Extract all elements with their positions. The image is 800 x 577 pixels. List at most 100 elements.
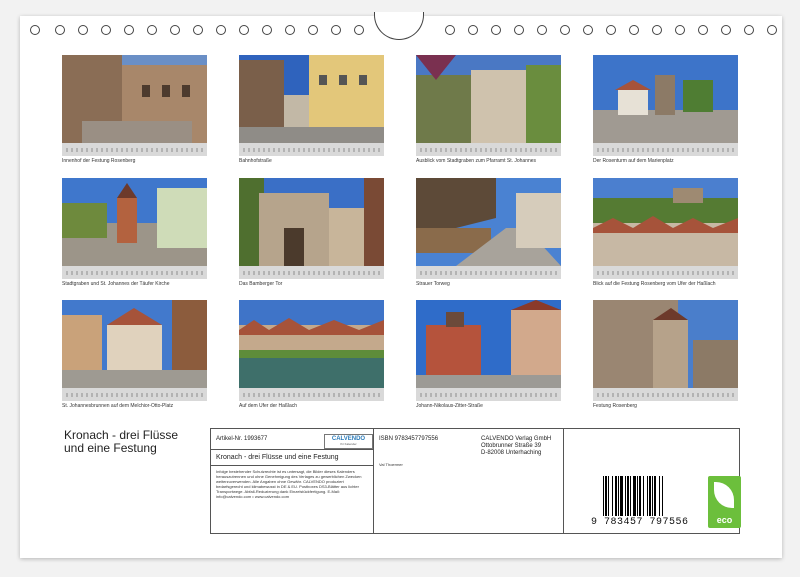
- barcode: [603, 476, 663, 516]
- binding-hole: [629, 25, 639, 35]
- binding-hole: [147, 25, 157, 35]
- photo-caption: Stadtgraben und St. Johannes der Täufer …: [62, 281, 170, 287]
- month-strip: [593, 143, 738, 156]
- photo-caption: Das Bamberger Tor: [239, 281, 283, 287]
- barcode-bar: [627, 476, 629, 516]
- binding-hole: [124, 25, 134, 35]
- barcode-bar: [637, 476, 638, 516]
- eco-label: eco: [716, 515, 733, 525]
- photo-caption: Strauer Torweg: [416, 281, 450, 287]
- photo-rosenturm: [593, 55, 738, 143]
- barcode-number: 9 783457 797556: [591, 517, 689, 528]
- photo-stadtgraben-pfarramt: [416, 55, 561, 143]
- binding-hole: [537, 25, 547, 35]
- barcode-bar: [659, 476, 660, 516]
- month-strip: [239, 388, 384, 401]
- publisher-line3: D-82008 Unterhaching: [481, 450, 542, 456]
- month-strip: [593, 266, 738, 279]
- photo-innenhof: [62, 55, 207, 143]
- binding-hole: [331, 25, 341, 35]
- binding-hole: [354, 25, 364, 35]
- photo-bahnhofstrasse: [239, 55, 384, 143]
- month-strip: [62, 143, 207, 156]
- binding-hole: [514, 25, 524, 35]
- binding-hole: [55, 25, 65, 35]
- photo-bamberger-tor: [239, 178, 384, 266]
- calendar-title-line2: und eine Festung: [64, 441, 157, 455]
- logo-sub: Ihr Kalender: [340, 442, 357, 446]
- binding-hole: [216, 25, 226, 35]
- photo-caption: Johann-Nikolaus-Zitter-Straße: [416, 403, 483, 409]
- month-strip: [416, 266, 561, 279]
- binding-hole: [744, 25, 754, 35]
- binding-hole: [652, 25, 662, 35]
- binding-hole: [262, 25, 272, 35]
- photo-stadtgraben-kirche: [62, 178, 207, 266]
- photo-caption: Auf dem Ufer der Haßlach: [239, 403, 298, 409]
- binding-hole: [445, 25, 455, 35]
- binding-hole: [30, 25, 40, 35]
- month-strip: [239, 143, 384, 156]
- barcode-bar: [647, 476, 648, 516]
- photo-caption: Ausblick vom Stadtgraben zum Pfarramt St…: [416, 158, 537, 164]
- article-number: Artikel-Nr. 1993677: [216, 436, 268, 442]
- photo-strauer-torweg: [416, 178, 561, 266]
- binding-hole: [721, 25, 731, 35]
- month-strip: [62, 266, 207, 279]
- binding-hole: [468, 25, 478, 35]
- product-info-box: Artikel-Nr. 1993677 CALVENDO Ihr Kalende…: [210, 428, 741, 534]
- barcode-bar: [620, 476, 623, 516]
- barcode-bar: [603, 476, 604, 516]
- photo-caption: Der Rosenturm auf dem Marienplatz: [593, 158, 674, 164]
- binding-hole: [101, 25, 111, 35]
- divider: [211, 465, 373, 466]
- photo-zitter-strasse: [416, 300, 561, 388]
- binding-hole: [698, 25, 708, 35]
- photo-ufer-hasslach: [239, 300, 384, 388]
- binding-hole: [583, 25, 593, 35]
- barcode-bar: [612, 476, 613, 516]
- photo-festung-blick: [593, 178, 738, 266]
- month-strip: [416, 143, 561, 156]
- month-strip: [62, 388, 207, 401]
- barcode-bar: [630, 476, 631, 516]
- barcode-bar: [639, 476, 641, 516]
- photo-caption: Innenhof der Festung Rosenberg: [62, 158, 136, 164]
- photo-caption: Bahnhofstraße: [239, 158, 272, 164]
- barcode-bar: [654, 476, 656, 516]
- month-strip: [593, 388, 738, 401]
- product-title: Kronach - drei Flüsse und eine Festung: [216, 454, 339, 461]
- calendar-back-page: Innenhof der Festung Rosenberg Bahnhofst…: [20, 12, 782, 558]
- eco-badge: eco: [708, 476, 741, 528]
- calendar-title: Kronach - drei Flüsse und eine Festung: [64, 429, 178, 455]
- divider: [373, 429, 374, 533]
- binding-hole: [491, 25, 501, 35]
- binding-hole: [606, 25, 616, 35]
- barcode-bar: [618, 476, 619, 516]
- photo-caption: St. Johannesbrunnen auf dem Melchior-Ott…: [62, 403, 174, 409]
- photo-johannesbrunnen: [62, 300, 207, 388]
- barcode-bar: [643, 476, 644, 516]
- photo-festung-rosenberg: [593, 300, 738, 388]
- barcode-bar: [625, 476, 626, 516]
- photo-caption: Festung Rosenberg: [593, 403, 637, 409]
- binding-hole: [675, 25, 685, 35]
- calvendo-logo: CALVENDO Ihr Kalender: [324, 434, 373, 449]
- barcode-bar: [633, 476, 636, 516]
- photo-caption: Blick auf die Festung Rosenberg vom Ufer…: [593, 281, 716, 287]
- barcode-bar: [615, 476, 617, 516]
- binding-hole: [170, 25, 180, 35]
- author: Val Thoermer: [379, 462, 403, 467]
- leaf-icon: [714, 482, 734, 508]
- binding-hole: [767, 25, 777, 35]
- publisher-line2: Ottobrunner Straße 39: [481, 443, 542, 449]
- barcode-bar: [605, 476, 607, 516]
- binding-hole: [193, 25, 203, 35]
- barcode-bar: [652, 476, 653, 516]
- binding-hole: [239, 25, 249, 35]
- binding-hole: [78, 25, 88, 35]
- barcode-bar: [649, 476, 651, 516]
- binding-hole: [308, 25, 318, 35]
- divider: [211, 449, 373, 450]
- divider: [563, 429, 564, 533]
